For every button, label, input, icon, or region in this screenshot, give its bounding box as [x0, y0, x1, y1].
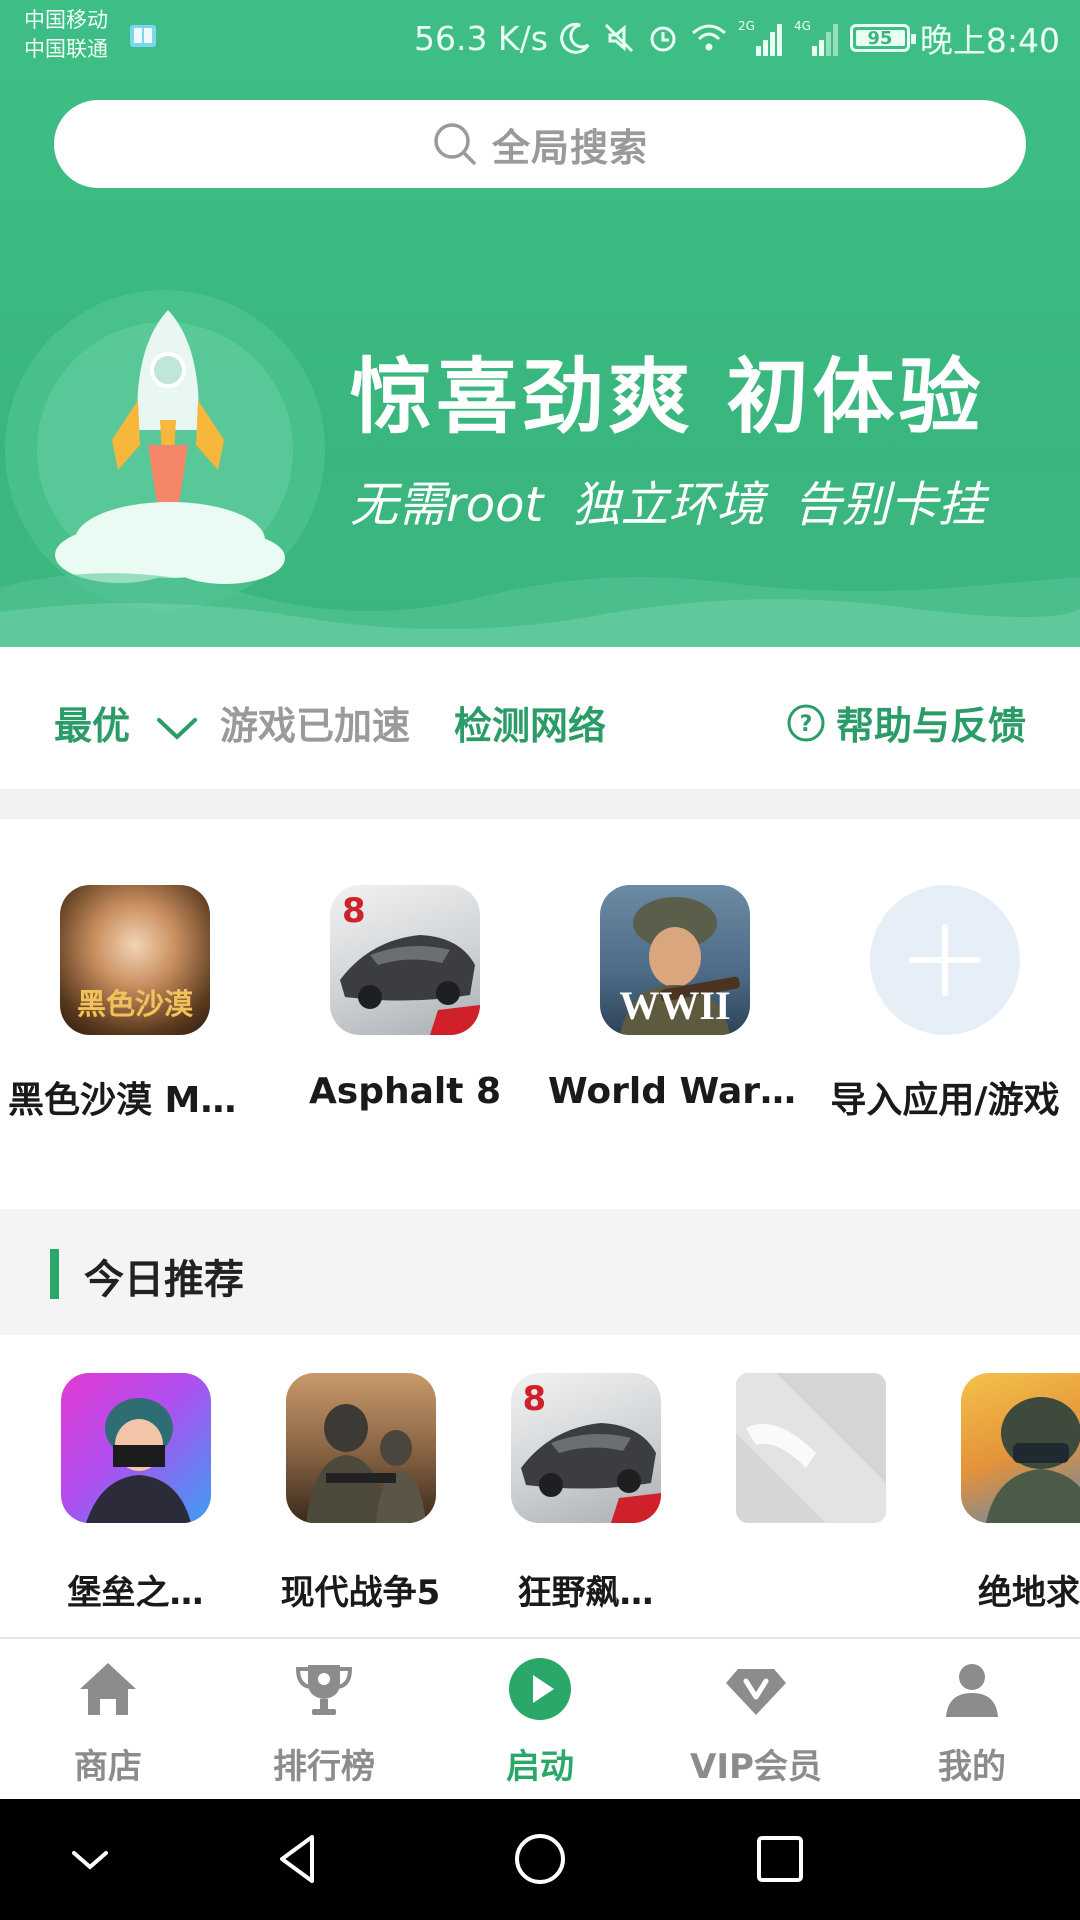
tab-label: 排行榜 — [273, 1747, 375, 1787]
game-name: World War … — [548, 1071, 809, 1112]
signal-2g-icon: 2G — [738, 19, 782, 56]
accelerate-status: 游戏已加速 — [220, 704, 411, 748]
svg-text:?: ? — [800, 712, 813, 737]
pubg-icon — [960, 1373, 1080, 1523]
banner-subtitle: 无需root 独立环境 告别卡挂 — [350, 477, 986, 533]
signal-4g-icon: 4G — [794, 19, 838, 56]
moon-icon — [560, 22, 590, 54]
recommend-item-asphalt[interactable]: 8 狂野飙… — [473, 1373, 698, 1614]
tab-vip[interactable]: VIP会员 — [648, 1639, 864, 1799]
mute-icon — [604, 23, 633, 53]
recommend-title: 今日推荐 — [84, 1257, 244, 1303]
modern-combat-5-icon — [285, 1373, 436, 1523]
recommend-item-pubg[interactable]: 绝地求· — [923, 1373, 1080, 1614]
battery-level: 95 — [867, 27, 893, 49]
hero-header: 中国移动 中国联通 56.3 K/s 2G 4G 95 晚上8:40 全局搜索 … — [0, 0, 1080, 647]
tab-ranking[interactable]: 排行榜 — [216, 1639, 432, 1799]
recommend-item-placeholder[interactable] — [698, 1373, 923, 1565]
add-icon — [870, 885, 1020, 1035]
search-bar[interactable]: 全局搜索 — [54, 100, 1026, 188]
recommend-name: 堡垒之… — [67, 1573, 204, 1613]
wave-decoration — [0, 573, 1080, 647]
tab-store[interactable]: 商店 — [0, 1639, 216, 1799]
recommend-name: 绝地求· — [978, 1573, 1080, 1613]
android-placeholder-icon — [735, 1373, 886, 1523]
section-accent-bar — [50, 1249, 59, 1299]
game-name: Asphalt 8 — [308, 1071, 502, 1112]
import-label: 导入应用/游戏 — [830, 1080, 1060, 1121]
game-name: 黑色沙漠 MO… — [8, 1080, 267, 1121]
recommend-item-modern-combat-5[interactable]: 现代战争5 — [248, 1373, 473, 1614]
help-label: 帮助与反馈 — [835, 704, 1026, 748]
trophy-icon — [295, 1665, 353, 1715]
fortnite-icon — [60, 1373, 211, 1523]
back-icon[interactable] — [270, 1829, 330, 1889]
detect-network-button[interactable]: 检测网络 — [454, 695, 606, 750]
question-icon: ? — [787, 704, 825, 741]
game-item-black-desert[interactable]: 黑色沙漠 黑色沙漠 MO… — [0, 885, 270, 1123]
route-mode[interactable]: 最优 — [54, 695, 130, 750]
search-icon — [434, 123, 476, 165]
alarm-icon — [650, 26, 676, 52]
book-icon — [130, 25, 156, 47]
game-item-asphalt-8[interactable]: 8 Asphalt 8 — [270, 885, 540, 1112]
tab-label: 启动 — [506, 1747, 574, 1787]
carrier-2: 中国联通 — [24, 37, 108, 61]
system-nav-bar — [0, 1799, 1080, 1920]
vip-diamond-icon — [726, 1669, 786, 1715]
carrier-1: 中国移动 — [24, 8, 108, 32]
svg-text:2G: 2G — [738, 19, 755, 33]
wifi-icon — [691, 24, 726, 51]
home-circle-icon[interactable] — [510, 1829, 570, 1889]
tab-launch[interactable]: 启动 — [432, 1639, 648, 1799]
game-item-world-war[interactable]: WWII World War … — [540, 885, 810, 1112]
banner-title: 惊喜劲爽 初体验 — [350, 350, 985, 445]
bottom-nav: 商店 排行榜 启动 VIP会员 我的 — [0, 1637, 1080, 1799]
clock: 晚上8:40 — [919, 21, 1060, 60]
recents-icon[interactable] — [750, 1829, 810, 1889]
tab-label: 商店 — [74, 1747, 142, 1787]
hide-nav-chevron-icon[interactable] — [60, 1829, 120, 1889]
import-app-button[interactable]: 导入应用/游戏 — [810, 885, 1080, 1123]
section-divider — [0, 789, 1080, 819]
my-games: 黑色沙漠 黑色沙漠 MO… 8 Asphalt 8 WWII World War… — [0, 819, 1080, 1209]
help-feedback-button[interactable]: ? 帮助与反馈 — [786, 695, 1026, 750]
accelerate-bar: 最优 游戏已加速 检测网络 ? 帮助与反馈 — [0, 647, 1080, 789]
battery-icon: 95 — [849, 24, 916, 52]
recommend-item-fortnite[interactable]: 堡垒之… — [23, 1373, 248, 1614]
recommend-header: 今日推荐 — [0, 1209, 1080, 1335]
recommend-name: 现代战争5 — [280, 1573, 441, 1613]
world-war-icon: WWII — [600, 885, 750, 1035]
home-icon — [80, 1663, 136, 1715]
status-icons: 56.3 K/s 2G 4G 95 晚上8:40 — [414, 14, 1060, 62]
tab-profile[interactable]: 我的 — [864, 1639, 1080, 1799]
tab-label: VIP会员 — [690, 1747, 822, 1787]
chevron-down-icon[interactable] — [156, 717, 198, 741]
asphalt-8-icon: 8 — [330, 885, 480, 1035]
svg-text:4G: 4G — [794, 19, 811, 33]
asphalt-8-icon: 8 — [510, 1373, 661, 1523]
recommend-name: 狂野飙… — [517, 1573, 654, 1613]
search-placeholder: 全局搜索 — [491, 125, 648, 170]
user-icon — [946, 1664, 998, 1717]
carrier-info: 中国移动 中国联通 — [24, 6, 108, 64]
black-desert-icon: 黑色沙漠 — [60, 885, 210, 1035]
recommend-list: 堡垒之… 现代战争5 8 狂野飙… 绝地求 — [0, 1335, 1080, 1637]
tab-label: 我的 — [938, 1747, 1006, 1787]
play-icon — [509, 1658, 571, 1720]
status-bar: 中国移动 中国联通 56.3 K/s 2G 4G 95 晚上8:40 — [0, 0, 1080, 76]
network-speed: 56.3 K/s — [413, 18, 548, 58]
